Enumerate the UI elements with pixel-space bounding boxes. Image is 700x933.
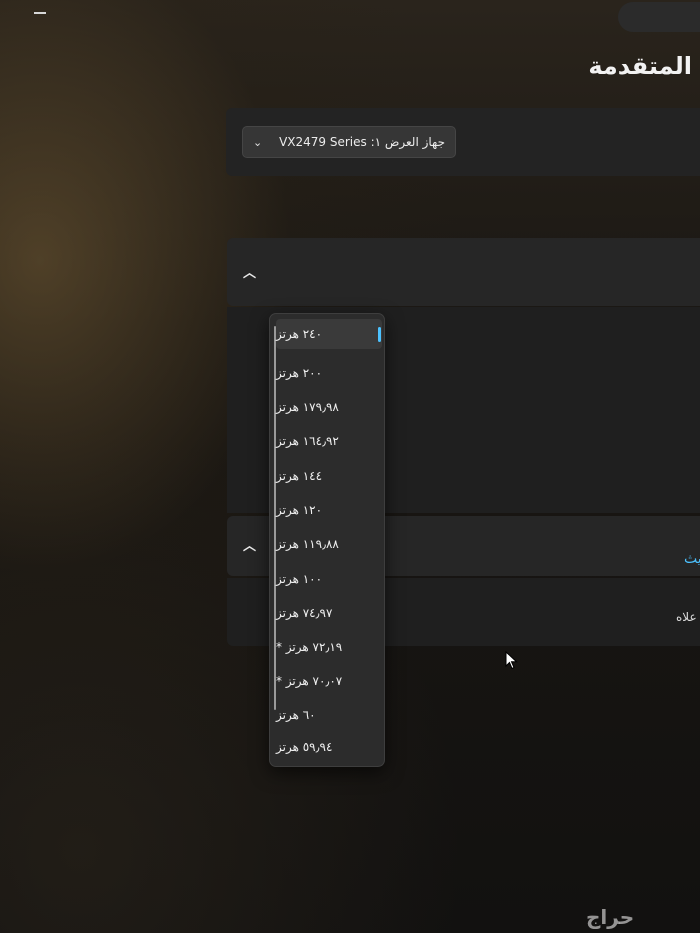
refresh-rate-option[interactable]: ٧٠٫٠٧ هرتز * [276, 666, 382, 696]
refresh-rate-option[interactable]: ٥٩٫٩٤ هرتز [276, 732, 382, 762]
minimize-icon[interactable] [34, 12, 46, 14]
screen: المتقدمة ⌄ جهاز العرض ١: VX2479 Series ︿… [0, 0, 700, 933]
display-select-label: جهاز العرض ١: VX2479 Series [279, 135, 445, 149]
refresh-rate-option[interactable]: ١٦٤٫٩٢ هرتز [276, 426, 382, 456]
chevron-up-icon[interactable]: ︿ [243, 262, 256, 281]
watermark-logo: حراج [586, 905, 635, 929]
refresh-rate-option[interactable]: ٦٠ هرتز [276, 700, 382, 730]
refresh-rate-option[interactable]: ٧٢٫١٩ هرتز * [276, 632, 382, 662]
refresh-rate-option[interactable]: ١١٩٫٨٨ هرتز [276, 529, 382, 559]
refresh-rate-option[interactable]: ٢٤٠ هرتز [276, 319, 382, 349]
refresh-rate-option[interactable]: ١٢٠ هرتز [276, 495, 382, 525]
refresh-rate-option[interactable]: ١٧٩٫٩٨ هرتز [276, 392, 382, 422]
search-box[interactable] [618, 2, 700, 32]
chevron-up-icon[interactable]: ︿ [243, 535, 256, 554]
refresh-rate-dropdown[interactable]: ٢٤٠ هرتز ٢٠٠ هرتز ١٧٩٫٩٨ هرتز ١٦٤٫٩٢ هرت… [269, 313, 385, 767]
refresh-rate-option[interactable]: ٧٤٫٩٧ هرتز [276, 598, 382, 628]
chevron-down-icon: ⌄ [253, 135, 263, 149]
refresh-rate-option[interactable]: ١٤٤ هرتز [276, 461, 382, 491]
selection-indicator [378, 327, 381, 342]
display-info-section-header[interactable] [227, 238, 700, 306]
refresh-rate-option[interactable]: ١٠٠ هرتز [276, 564, 382, 594]
section-link[interactable]: يث [684, 551, 700, 567]
page-title: المتقدمة [588, 52, 692, 80]
refresh-rate-option[interactable]: ٢٠٠ هرتز [276, 358, 382, 388]
section-text: علاه [676, 610, 697, 624]
display-select[interactable]: ⌄ جهاز العرض ١: VX2479 Series [242, 126, 456, 158]
